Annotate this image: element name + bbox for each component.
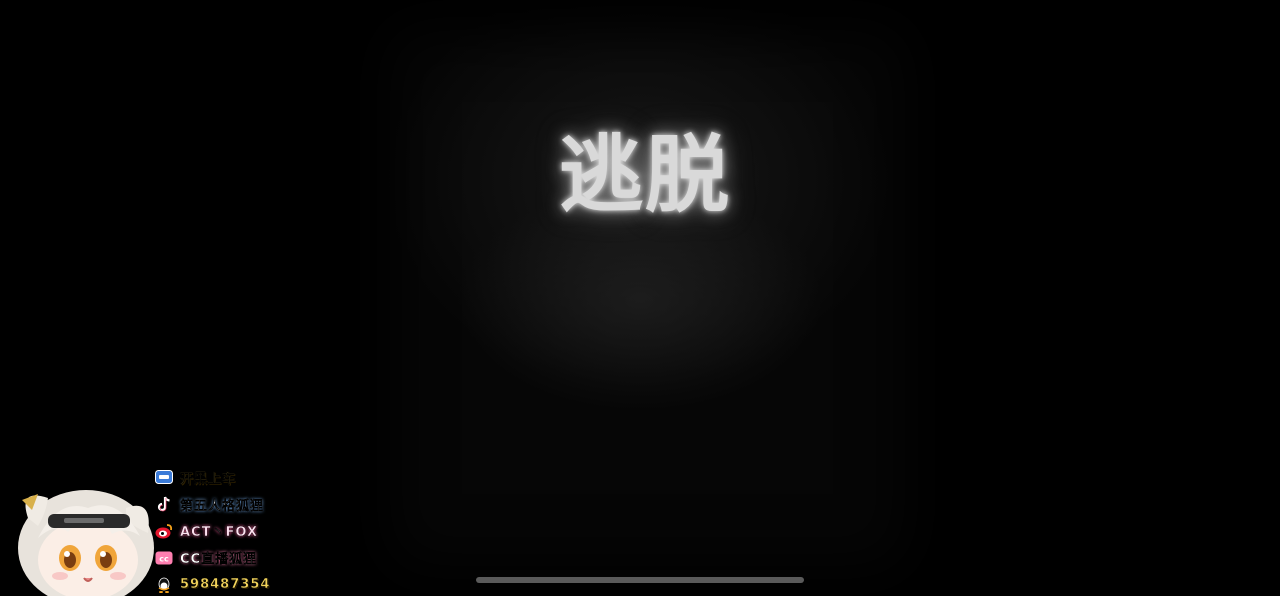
- overlay-cc-text: CC直播狐狸: [180, 552, 258, 568]
- qq-icon: [154, 575, 174, 595]
- overlay-row-qq: 598487354: [154, 571, 294, 596]
- overlay-team-text: 开黑上车: [180, 471, 237, 487]
- overlay-row-weibo: ACT丶FOX: [154, 518, 294, 545]
- escape-title: 逃脱: [558, 125, 731, 224]
- streamer-avatar: [18, 490, 154, 596]
- overlay-douyin-text: 第五人格狐狸: [180, 498, 265, 514]
- home-indicator-bar[interactable]: [476, 577, 804, 583]
- overlay-row-douyin: 第五人格狐狸: [154, 491, 294, 518]
- weibo-icon: [154, 521, 174, 541]
- overlay-qq-text: 598487354: [180, 577, 271, 593]
- game-viewport: [360, 0, 935, 596]
- overlay-weibo-text: ACT丶FOX: [180, 525, 258, 541]
- overlay-row-cc: cc CC直播狐狸: [154, 544, 294, 571]
- game-screen: 逃脱 开黑上车 第五人格狐狸 ACT丶FOX cc CC直播狐狸 5984873…: [0, 0, 1280, 596]
- game-controller-icon: [154, 467, 174, 487]
- streamer-info-overlay: 开黑上车 第五人格狐狸 ACT丶FOX cc CC直播狐狸 598487354: [154, 464, 294, 596]
- tiktok-icon: [154, 494, 174, 514]
- svg-text:cc: cc: [159, 554, 169, 563]
- cc-live-icon: cc: [154, 548, 174, 568]
- overlay-row-team: 开黑上车: [154, 464, 294, 491]
